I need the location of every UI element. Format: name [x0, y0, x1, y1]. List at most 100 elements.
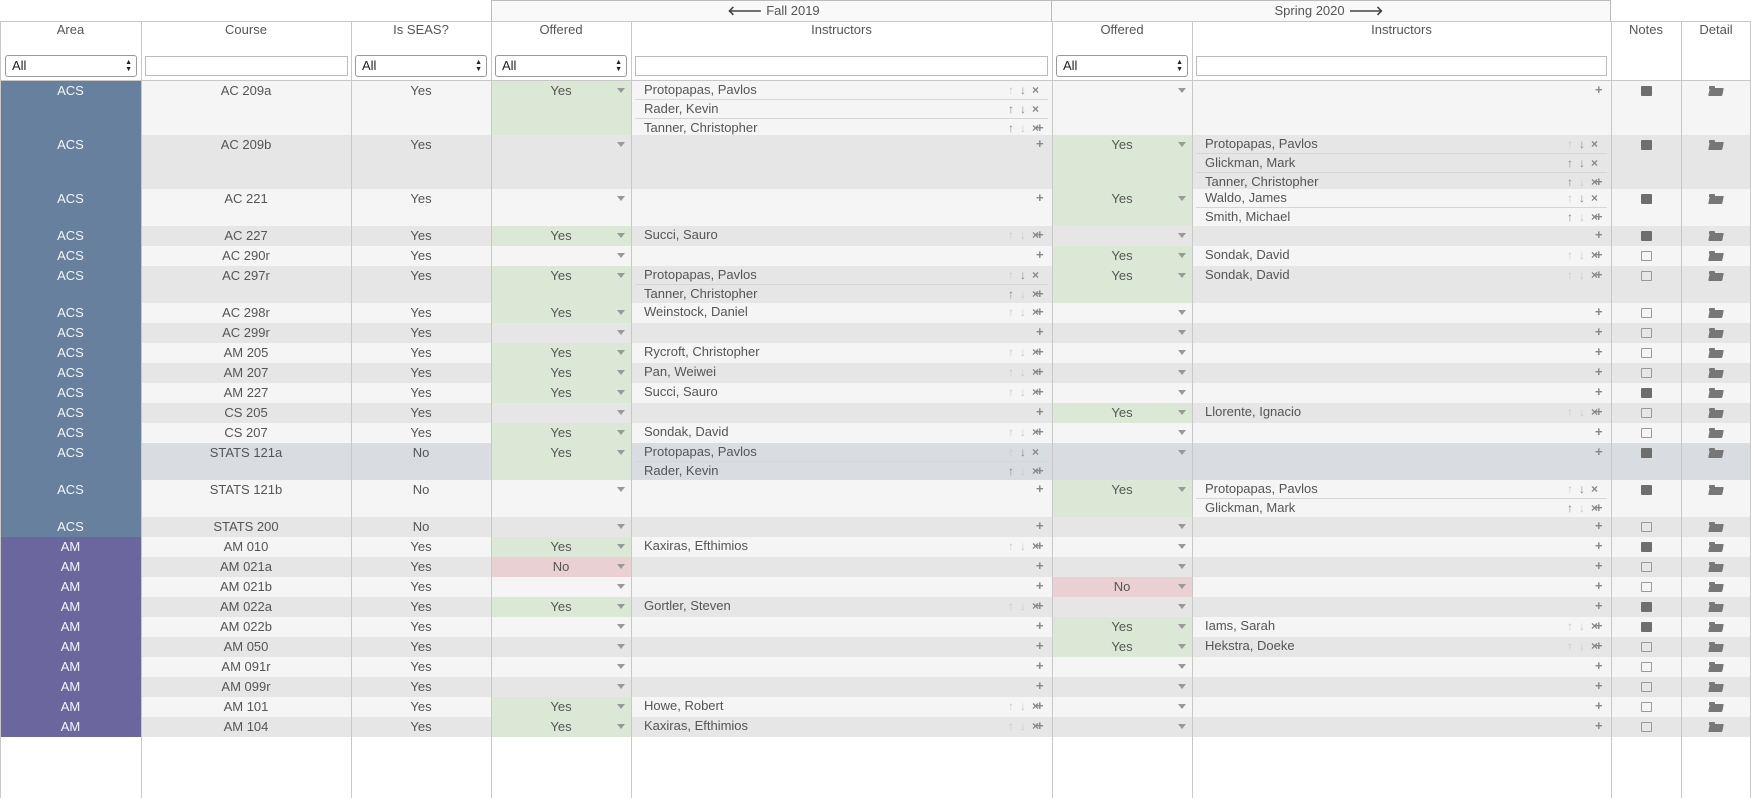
spring-offered-dropdown[interactable] — [1052, 597, 1192, 617]
fall-offered-dropdown[interactable]: Yes — [491, 343, 631, 363]
add-instructor-icon[interactable]: + — [1036, 480, 1044, 498]
folder-open-icon[interactable] — [1709, 448, 1723, 458]
fall-offered-dropdown[interactable]: No — [491, 557, 631, 577]
fall-offered-dropdown[interactable] — [491, 135, 631, 189]
instructor-name[interactable]: Sondak, David — [1205, 247, 1290, 262]
spring-offered-dropdown[interactable] — [1052, 697, 1192, 717]
add-instructor-icon[interactable]: + — [1036, 677, 1044, 695]
move-down-icon[interactable]: ↓ — [1020, 697, 1026, 715]
note-empty-icon[interactable] — [1641, 328, 1652, 338]
fall-offered-dropdown[interactable]: Yes — [491, 697, 631, 717]
folder-open-icon[interactable] — [1709, 428, 1723, 438]
move-down-icon[interactable]: ↓ — [1579, 499, 1585, 517]
move-up-icon[interactable]: ↑ — [1567, 617, 1573, 635]
fall-offered-dropdown[interactable]: Yes — [491, 443, 631, 480]
fall-instructors-filter-input[interactable] — [635, 56, 1048, 76]
move-up-icon[interactable]: ↑ — [1008, 81, 1014, 99]
spring-offered-filter-select[interactable]: All ▲ ▼ — [1056, 55, 1188, 77]
note-filled-icon[interactable] — [1641, 485, 1652, 495]
move-down-icon[interactable]: ↓ — [1020, 100, 1026, 118]
move-down-icon[interactable]: ↓ — [1579, 135, 1585, 153]
folder-open-icon[interactable] — [1709, 140, 1723, 150]
spring-offered-dropdown[interactable] — [1052, 517, 1192, 537]
note-filled-icon[interactable] — [1641, 622, 1652, 632]
move-down-icon[interactable]: ↓ — [1020, 717, 1026, 735]
spring-offered-dropdown[interactable] — [1052, 323, 1192, 343]
add-instructor-icon[interactable]: + — [1036, 717, 1044, 735]
add-instructor-icon[interactable]: + — [1036, 697, 1044, 715]
add-instructor-icon[interactable]: + — [1595, 303, 1603, 321]
add-instructor-icon[interactable]: + — [1595, 226, 1603, 244]
spring-instructors-filter-input[interactable] — [1196, 56, 1607, 76]
move-up-icon[interactable]: ↑ — [1008, 697, 1014, 715]
course-filter-input[interactable] — [145, 56, 348, 76]
move-down-icon[interactable]: ↓ — [1579, 617, 1585, 635]
add-instructor-icon[interactable]: + — [1595, 637, 1603, 655]
folder-open-icon[interactable] — [1709, 722, 1723, 732]
spring-offered-dropdown[interactable]: Yes — [1052, 266, 1192, 303]
move-down-icon[interactable]: ↓ — [1020, 285, 1026, 303]
add-instructor-icon[interactable]: + — [1036, 557, 1044, 575]
folder-open-icon[interactable] — [1709, 662, 1723, 672]
add-instructor-icon[interactable]: + — [1595, 443, 1603, 461]
fall-offered-dropdown[interactable] — [491, 517, 631, 537]
folder-open-icon[interactable] — [1709, 485, 1723, 495]
move-up-icon[interactable]: ↑ — [1567, 266, 1573, 284]
move-down-icon[interactable]: ↓ — [1020, 81, 1026, 99]
add-instructor-icon[interactable]: + — [1595, 657, 1603, 675]
folder-open-icon[interactable] — [1709, 682, 1723, 692]
remove-instructor-icon[interactable]: × — [1591, 135, 1598, 153]
spring-offered-dropdown[interactable]: Yes — [1052, 617, 1192, 637]
arrow-left-icon[interactable]: 🡐 — [723, 3, 766, 18]
note-empty-icon[interactable] — [1641, 582, 1652, 592]
add-instructor-icon[interactable]: + — [1036, 323, 1044, 341]
fall-offered-dropdown[interactable] — [491, 677, 631, 697]
add-instructor-icon[interactable]: + — [1036, 226, 1044, 244]
add-instructor-icon[interactable]: + — [1036, 537, 1044, 555]
move-up-icon[interactable]: ↑ — [1008, 597, 1014, 615]
move-down-icon[interactable]: ↓ — [1020, 462, 1026, 480]
add-instructor-icon[interactable]: + — [1036, 363, 1044, 381]
remove-instructor-icon[interactable]: × — [1032, 81, 1039, 99]
add-instructor-icon[interactable]: + — [1036, 617, 1044, 635]
add-instructor-icon[interactable]: + — [1595, 677, 1603, 695]
move-up-icon[interactable]: ↑ — [1567, 480, 1573, 498]
instructor-name[interactable]: Kaxiras, Efthimios — [644, 718, 748, 733]
fall-offered-dropdown[interactable]: Yes — [491, 423, 631, 443]
move-down-icon[interactable]: ↓ — [1579, 637, 1585, 655]
spring-offered-dropdown[interactable]: Yes — [1052, 637, 1192, 657]
move-down-icon[interactable]: ↓ — [1579, 189, 1585, 207]
fall-offered-dropdown[interactable]: Yes — [491, 383, 631, 403]
spring-offered-dropdown[interactable] — [1052, 557, 1192, 577]
add-instructor-icon[interactable]: + — [1036, 423, 1044, 441]
spring-offered-dropdown[interactable] — [1052, 363, 1192, 383]
fall-offered-dropdown[interactable] — [491, 323, 631, 343]
folder-open-icon[interactable] — [1709, 251, 1723, 261]
add-instructor-icon[interactable]: + — [1036, 246, 1044, 264]
instructor-name[interactable]: Weinstock, Daniel — [644, 304, 748, 319]
add-instructor-icon[interactable]: + — [1036, 462, 1044, 480]
spring-offered-dropdown[interactable] — [1052, 383, 1192, 403]
note-empty-icon[interactable] — [1641, 682, 1652, 692]
column-header-spring-instructors[interactable]: Instructors — [1192, 21, 1611, 39]
move-down-icon[interactable]: ↓ — [1020, 363, 1026, 381]
folder-open-icon[interactable] — [1709, 542, 1723, 552]
note-empty-icon[interactable] — [1641, 308, 1652, 318]
move-up-icon[interactable]: ↑ — [1008, 423, 1014, 441]
add-instructor-icon[interactable]: + — [1595, 173, 1603, 189]
folder-open-icon[interactable] — [1709, 702, 1723, 712]
move-up-icon[interactable]: ↑ — [1008, 226, 1014, 244]
instructor-name[interactable]: Rycroft, Christopher — [644, 344, 760, 359]
note-empty-icon[interactable] — [1641, 408, 1652, 418]
add-instructor-icon[interactable]: + — [1036, 303, 1044, 321]
note-empty-icon[interactable] — [1641, 722, 1652, 732]
folder-open-icon[interactable] — [1709, 602, 1723, 612]
spring-offered-dropdown[interactable]: Yes — [1052, 403, 1192, 423]
move-down-icon[interactable]: ↓ — [1020, 443, 1026, 461]
move-up-icon[interactable]: ↑ — [1567, 499, 1573, 517]
add-instructor-icon[interactable]: + — [1595, 557, 1603, 575]
instructor-name[interactable]: Llorente, Ignacio — [1205, 404, 1301, 419]
add-instructor-icon[interactable]: + — [1036, 285, 1044, 303]
note-empty-icon[interactable] — [1641, 522, 1652, 532]
move-down-icon[interactable]: ↓ — [1020, 266, 1026, 284]
